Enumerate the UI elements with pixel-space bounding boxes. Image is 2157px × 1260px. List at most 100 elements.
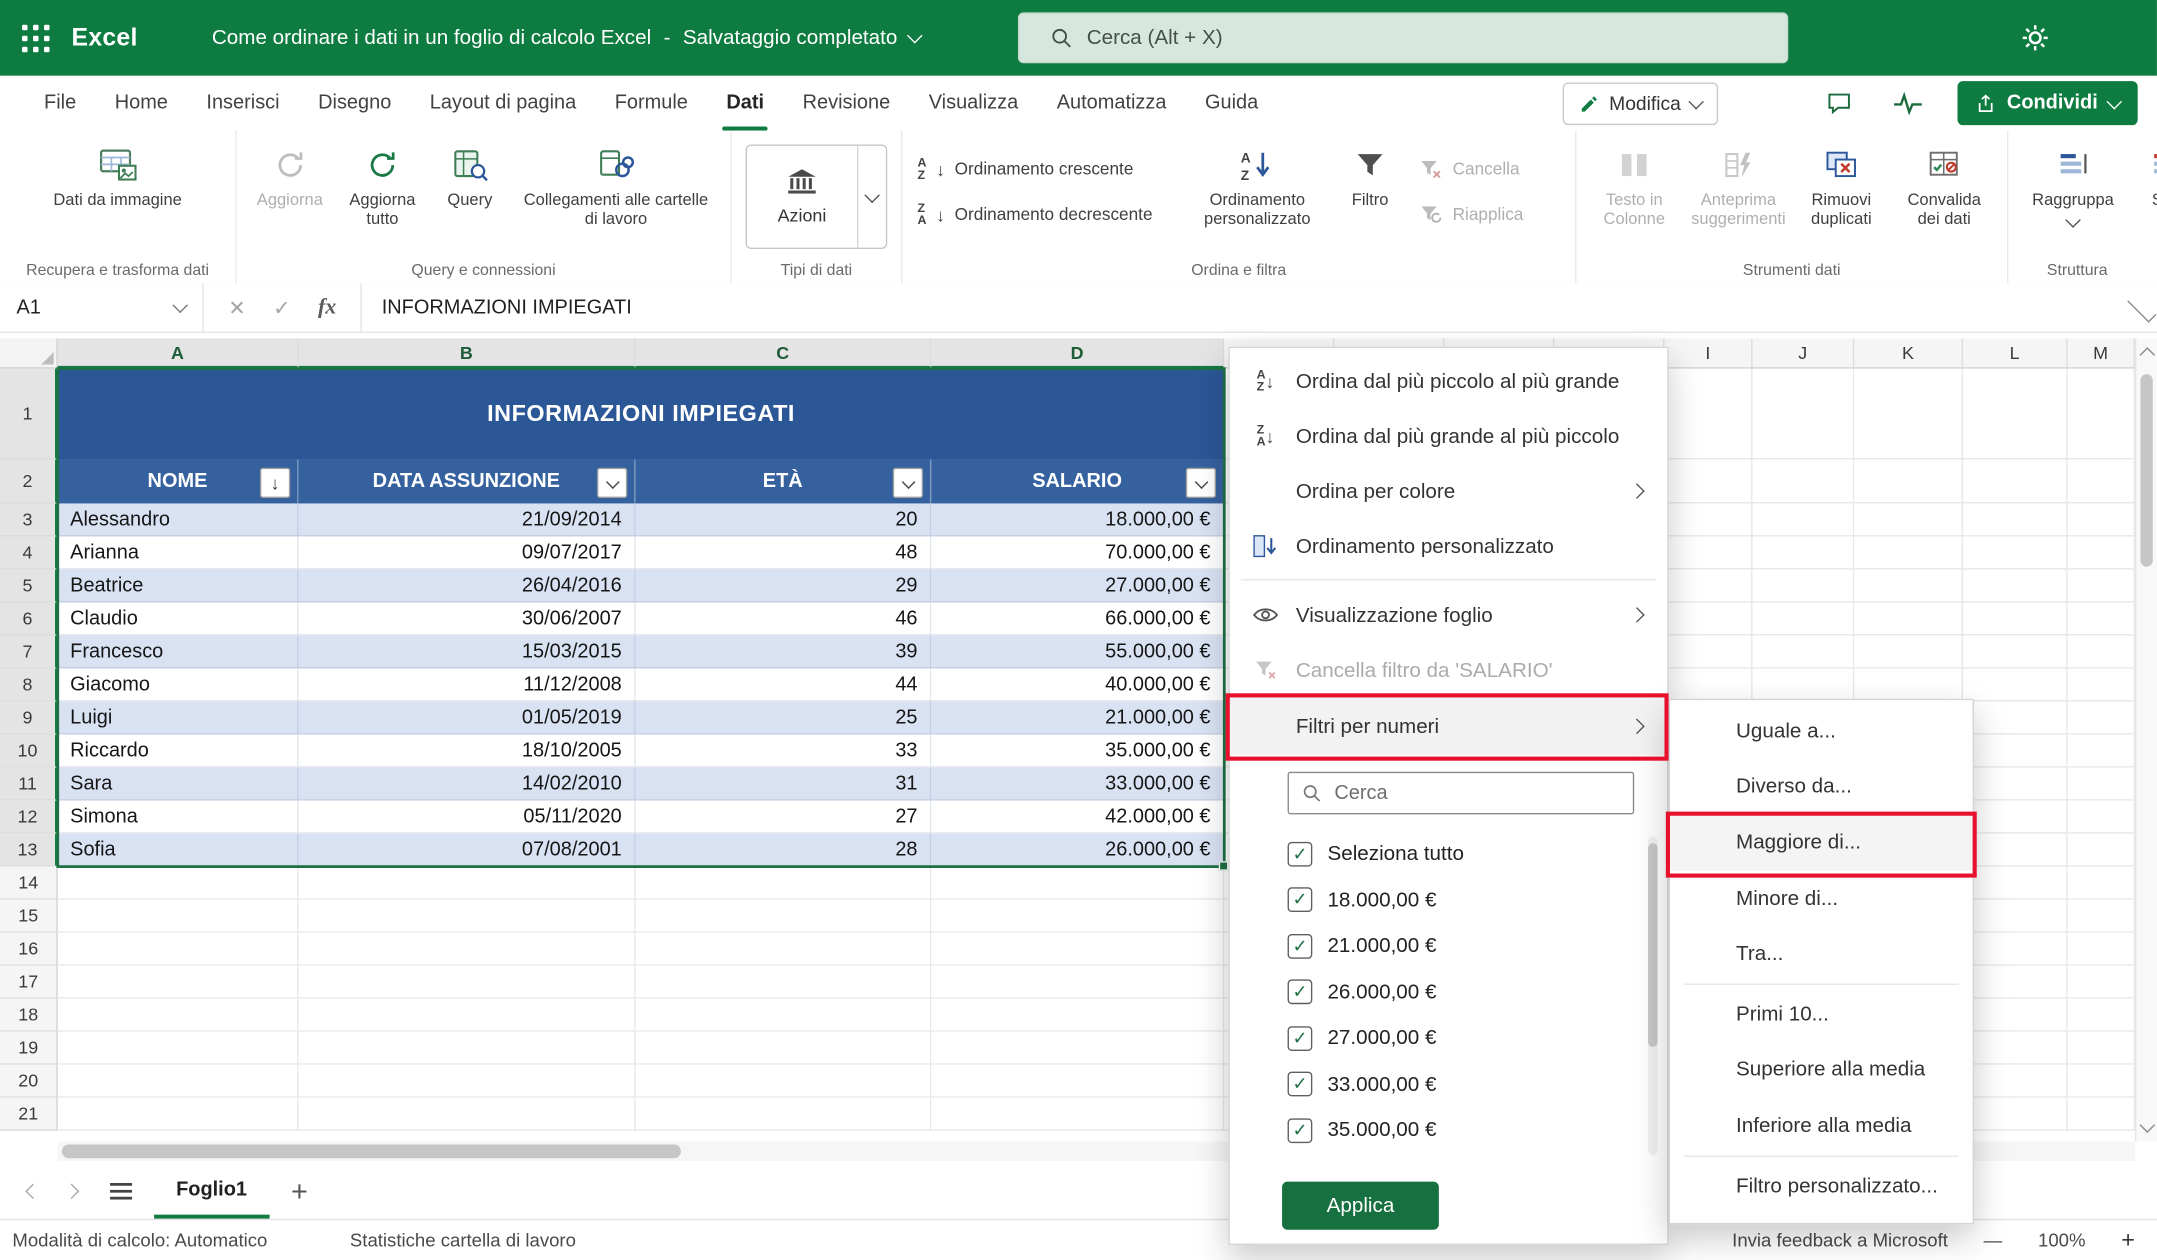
cell-D16[interactable] [931,933,1224,966]
row-header-21[interactable]: 21 [0,1098,58,1131]
filter-search-input[interactable]: Cerca [1288,772,1635,815]
cell-D17[interactable] [931,966,1224,999]
row-header-14[interactable]: 14 [0,867,58,900]
filter-list-scrollbar-thumb[interactable] [1648,843,1658,1047]
row-header-18[interactable]: 18 [0,999,58,1032]
row-header-10[interactable]: 10 [0,735,58,768]
group-rows-button[interactable]: Raggruppa [2017,140,2130,229]
submenu-item-superiore-alla-media[interactable]: Superiore alla media [1670,1042,1973,1098]
column-filter-button-data-assunzione[interactable] [597,468,627,498]
cell-C5[interactable]: 29 [636,569,932,602]
cell-L14[interactable] [1963,867,2068,900]
workbook-links-button[interactable]: Collegamenti alle cartelle di lavoro [510,140,722,233]
cell-M15[interactable] [2068,900,2135,933]
filter-value-item[interactable]: 26.000,00 € [1288,969,1643,1015]
cell-B18[interactable] [299,999,636,1032]
cell-D18[interactable] [931,999,1224,1032]
cell-C13[interactable]: 28 [636,834,932,867]
cancel-entry-icon[interactable]: ✕ [228,295,245,320]
cell-A21[interactable] [58,1098,299,1131]
cell-D13[interactable]: 26.000,00 € [931,834,1224,867]
row-header-11[interactable]: 11 [0,768,58,801]
cell-L8[interactable] [1963,669,2068,702]
mode-switch-button[interactable]: Modifica [1562,82,1718,125]
cell-B8[interactable]: 11/12/2008 [299,669,636,702]
cell-A18[interactable] [58,999,299,1032]
column-header-K[interactable]: K [1854,338,1963,368]
cell-K1[interactable] [1854,369,1963,460]
cell-D6[interactable]: 66.000,00 € [931,603,1224,636]
cell-M12[interactable] [2068,801,2135,834]
column-filter-button-nome[interactable]: ↓ [260,468,290,498]
column-header-J[interactable]: J [1753,338,1855,368]
name-box[interactable]: A1 [0,283,204,331]
select-all-corner[interactable] [0,338,58,368]
cell-M14[interactable] [2068,867,2135,900]
cell-M20[interactable] [2068,1065,2135,1098]
cell-A9[interactable]: Luigi [58,702,299,735]
cell-D15[interactable] [931,900,1224,933]
formula-input[interactable]: INFORMAZIONI IMPIEGATI [362,296,2126,318]
cell-M13[interactable] [2068,834,2135,867]
checkbox-checked-icon[interactable] [1288,1118,1313,1143]
row-header-9[interactable]: 9 [0,702,58,735]
cell-C10[interactable]: 33 [636,735,932,768]
cell-K6[interactable] [1854,603,1963,636]
cell-B6[interactable]: 30/06/2007 [299,603,636,636]
cell-C21[interactable] [636,1098,932,1131]
row-header-12[interactable]: 12 [0,801,58,834]
cell-A15[interactable] [58,900,299,933]
column-header-A[interactable]: A [58,338,299,368]
row-header-15[interactable]: 15 [0,900,58,933]
row-header-2[interactable]: 2 [0,459,58,503]
activity-button[interactable] [1889,84,1928,123]
cell-B13[interactable]: 07/08/2001 [299,834,636,867]
cell-J7[interactable] [1753,636,1855,669]
cell-A20[interactable] [58,1065,299,1098]
cell-J3[interactable] [1753,503,1855,536]
cell-B5[interactable]: 26/04/2016 [299,569,636,602]
ribbon-tab-revisione[interactable]: Revisione [783,76,909,131]
scroll-down-icon[interactable] [2140,1117,2156,1133]
cell-L18[interactable] [1963,999,2068,1032]
share-button[interactable]: Condividi [1957,81,2137,125]
cell-A6[interactable]: Claudio [58,603,299,636]
expand-formula-bar-icon[interactable] [2127,293,2156,322]
menu-sheet-view[interactable]: Visualizzazione foglio [1230,587,1667,642]
query-button[interactable]: Query [430,140,510,214]
cell-B17[interactable] [299,966,636,999]
cell-D5[interactable]: 27.000,00 € [931,569,1224,602]
calc-mode-status[interactable]: Modalità di calcolo: Automatico [12,1230,267,1251]
cell-C20[interactable] [636,1065,932,1098]
cell-C19[interactable] [636,1032,932,1065]
table-header-nome[interactable]: NOME↓ [58,459,299,503]
filter-value-item[interactable]: 27.000,00 € [1288,1015,1643,1061]
ungroup-button[interactable]: Sep [2129,140,2157,214]
data-validation-button[interactable]: Convalida dei dati [1890,140,1999,233]
checkbox-checked-icon[interactable] [1288,842,1313,867]
cell-M7[interactable] [2068,636,2135,669]
row-header-20[interactable]: 20 [0,1065,58,1098]
cell-B12[interactable]: 05/11/2020 [299,801,636,834]
cell-L19[interactable] [1963,1032,2068,1065]
confirm-entry-icon[interactable]: ✓ [273,295,290,320]
cell-A17[interactable] [58,966,299,999]
cell-A19[interactable] [58,1032,299,1065]
sheet-tab-foglio1[interactable]: Foglio1 [154,1164,269,1219]
cell-M18[interactable] [2068,999,2135,1032]
cell-L6[interactable] [1963,603,2068,636]
cell-C15[interactable] [636,900,932,933]
menu-sort-descending[interactable]: ZA↓ Ordina dal più grande al più piccolo [1230,409,1667,464]
cell-A16[interactable] [58,933,299,966]
cell-L4[interactable] [1963,536,2068,569]
cell-A14[interactable] [58,867,299,900]
cell-M6[interactable] [2068,603,2135,636]
cell-D19[interactable] [931,1032,1224,1065]
cell-M2[interactable] [2068,459,2135,503]
filter-value-item[interactable]: 33.000,00 € [1288,1061,1643,1107]
cell-J1[interactable] [1753,369,1855,460]
cell-B16[interactable] [299,933,636,966]
cell-C12[interactable]: 27 [636,801,932,834]
cell-I1[interactable] [1664,369,1752,460]
sort-ascending-button[interactable]: AZ↓ Ordinamento crescente [911,151,1186,187]
